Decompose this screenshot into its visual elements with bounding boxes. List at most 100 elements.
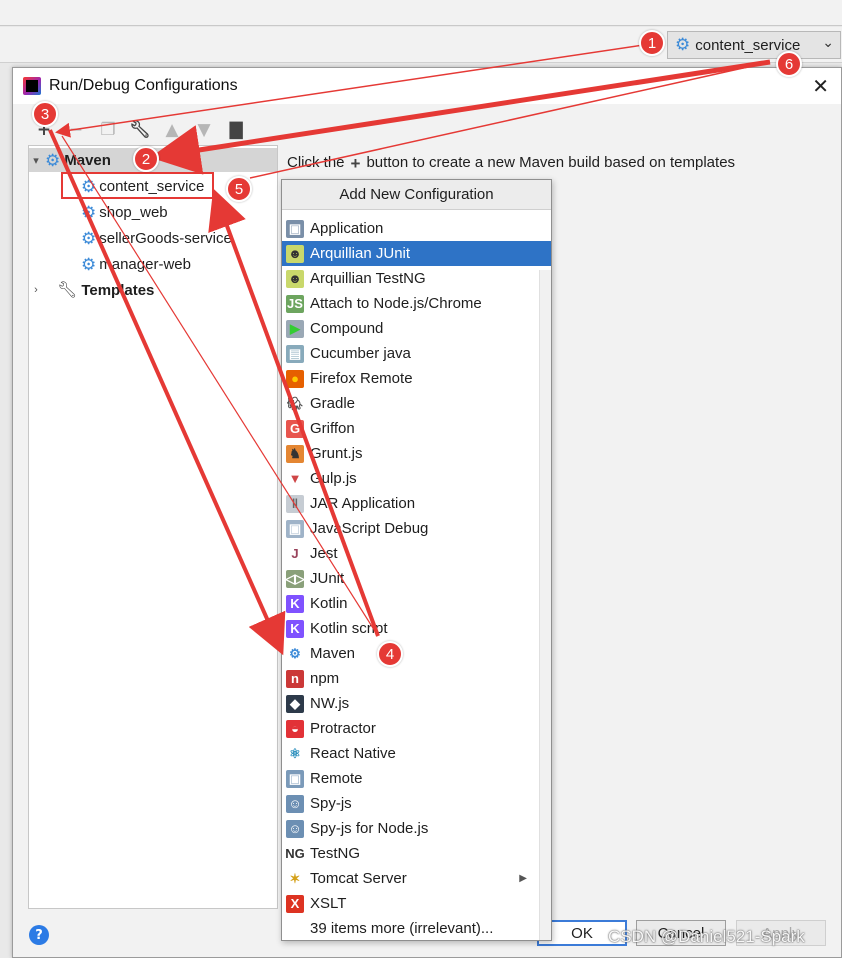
- popup-item[interactable]: K Kotlin script: [282, 616, 551, 641]
- popup-item[interactable]: ♞ Grunt.js: [282, 441, 551, 466]
- popup-item[interactable]: ⚛ React Native: [282, 741, 551, 766]
- popup-item[interactable]: ☺ Spy-js: [282, 791, 551, 816]
- jar-icon: ‖: [286, 494, 304, 513]
- expand-arrow-icon[interactable]: ▾: [29, 154, 43, 167]
- popup-item[interactable]: JS Attach to Node.js/Chrome: [282, 291, 551, 316]
- popup-item[interactable]: ☻ Arquillian TestNG: [282, 266, 551, 291]
- expand-arrow-icon[interactable]: ›: [29, 284, 43, 296]
- popup-item-label: React Native: [310, 745, 396, 762]
- help-icon[interactable]: ?: [29, 925, 49, 945]
- maven-gear-icon: ⚙: [81, 228, 97, 248]
- popup-item[interactable]: 🐘︎ Gradle: [282, 391, 551, 416]
- annotation-badge-2: 2: [133, 146, 159, 172]
- config-tree: ▾ ⚙ Maven ⚙ content_service ⚙ shop_web ⚙…: [28, 145, 278, 909]
- popup-item-label: Kotlin: [310, 595, 348, 612]
- annotation-badge-4: 4: [377, 641, 403, 667]
- move-up-icon[interactable]: ▲: [161, 119, 183, 141]
- maven-gear-icon: ⚙: [45, 150, 61, 170]
- jest-icon: J: [291, 546, 299, 561]
- popup-item[interactable]: ● Firefox Remote: [282, 366, 551, 391]
- popup-item[interactable]: G Griffon: [282, 416, 551, 441]
- arquillian-icon: ☻: [286, 269, 304, 288]
- grunt-icon: ♞: [286, 444, 304, 463]
- ide-top-bar: [0, 0, 842, 26]
- popup-item[interactable]: n npm: [282, 666, 551, 691]
- popup-item[interactable]: ◆ NW.js: [282, 691, 551, 716]
- popup-item-label: XSLT: [310, 895, 347, 912]
- popup-item[interactable]: ⚙ Maven: [282, 641, 551, 666]
- popup-item-label: npm: [310, 670, 340, 687]
- popup-item[interactable]: X XSLT: [282, 891, 551, 916]
- tree-item-manager-web[interactable]: ⚙ manager-web: [29, 252, 277, 276]
- compound-icon: ▶: [286, 319, 304, 338]
- popup-item-label: 39 items more (irrelevant)...: [310, 920, 494, 937]
- annotation-badge-6: 6: [776, 51, 802, 77]
- nwjs-icon: ◆: [286, 694, 304, 713]
- popup-item[interactable]: ▣ JavaScript Debug: [282, 516, 551, 541]
- popup-item-label: Protractor: [310, 720, 376, 737]
- popup-item-label: Compound: [310, 320, 384, 337]
- popup-item[interactable]: ▶ Compound: [282, 316, 551, 341]
- wrench-icon[interactable]: 🔧︎: [129, 119, 151, 141]
- move-down-icon[interactable]: ▼: [193, 119, 215, 141]
- popup-item[interactable]: ‖ JAR Application: [282, 491, 551, 516]
- tree-item-label: shop_web: [99, 203, 168, 221]
- maven-gear-icon: ⚙: [675, 34, 691, 55]
- chevron-down-icon: ⌄: [822, 35, 834, 51]
- popup-item-label: Gulp.js: [310, 470, 357, 487]
- copy-icon[interactable]: ❐: [97, 119, 119, 141]
- config-toolbar: + − ❐ 🔧︎ ▲ ▼ ▇: [33, 118, 247, 142]
- application-icon: ▣: [286, 219, 304, 238]
- popup-item[interactable]: J Jest: [282, 541, 551, 566]
- run-config-selector[interactable]: ⚙ content_service ⌄: [667, 31, 841, 59]
- popup-item[interactable]: ☺ Spy-js for Node.js: [282, 816, 551, 841]
- popup-item-label: Grunt.js: [310, 445, 363, 462]
- close-icon[interactable]: ✕: [812, 74, 829, 98]
- popup-item[interactable]: ✶ Tomcat Server ▶: [282, 866, 551, 891]
- firefox-icon: ●: [286, 369, 304, 388]
- kotlin-icon: K: [286, 619, 304, 638]
- popup-item[interactable]: K Kotlin: [282, 591, 551, 616]
- popup-item[interactable]: NG TestNG: [282, 841, 551, 866]
- npm-icon: n: [286, 669, 304, 688]
- annotation-badge-5: 5: [226, 176, 252, 202]
- tree-group-label: Maven: [64, 151, 111, 169]
- popup-item-label: Spy-js for Node.js: [310, 820, 429, 837]
- popup-item-label: Tomcat Server: [310, 870, 407, 887]
- tree-group-templates[interactable]: › 🔧︎ Templates: [29, 278, 277, 302]
- tree-item-label: manager-web: [99, 255, 191, 273]
- popup-item[interactable]: ▼ Gulp.js: [282, 466, 551, 491]
- popup-scrollbar[interactable]: [539, 270, 551, 940]
- popup-item[interactable]: ▣ Application: [282, 216, 551, 241]
- popup-item-label: JAR Application: [310, 495, 416, 512]
- popup-item[interactable]: ◁▷ JUnit: [282, 566, 551, 591]
- gradle-icon: 🐘︎: [286, 395, 304, 411]
- annotation-badge-1: 1: [639, 30, 665, 56]
- tree-item-shop-web[interactable]: ⚙ shop_web: [29, 200, 277, 224]
- popup-item[interactable]: ▤ Cucumber java: [282, 341, 551, 366]
- popup-title: Add New Configuration: [282, 180, 551, 210]
- hint-suffix: button to create a new Maven build based…: [366, 154, 736, 171]
- remove-icon[interactable]: −: [65, 119, 87, 141]
- popup-item-label: Attach to Node.js/Chrome: [310, 295, 482, 312]
- popup-item-label: JUnit: [310, 570, 345, 587]
- popup-item[interactable]: ▣ Remote: [282, 766, 551, 791]
- add-icon: +: [350, 154, 361, 173]
- highlight-box: [61, 172, 214, 199]
- maven-gear-icon: ⚙: [289, 645, 301, 661]
- annotation-badge-3: 3: [32, 101, 58, 127]
- popup-item[interactable]: ☻ Arquillian JUnit: [282, 241, 551, 266]
- popup-item[interactable]: ◒ Protractor: [282, 716, 551, 741]
- tree-item-sellergoods-service[interactable]: ⚙ sellerGoods-service: [29, 226, 277, 250]
- remote-icon: ▣: [286, 769, 304, 788]
- folder-icon[interactable]: ▇: [225, 119, 247, 141]
- maven-gear-icon: ⚙: [81, 254, 97, 274]
- gulp-icon: ▼: [288, 471, 302, 486]
- popup-item-label: Arquillian JUnit: [310, 245, 411, 262]
- popup-item-label: Kotlin script: [310, 620, 388, 637]
- arquillian-icon: ☻: [286, 244, 304, 263]
- spy-icon: ☺: [286, 794, 304, 813]
- popup-item[interactable]: 39 items more (irrelevant)...: [282, 916, 551, 940]
- xslt-icon: X: [286, 894, 304, 913]
- submenu-arrow-icon: ▶: [519, 873, 527, 884]
